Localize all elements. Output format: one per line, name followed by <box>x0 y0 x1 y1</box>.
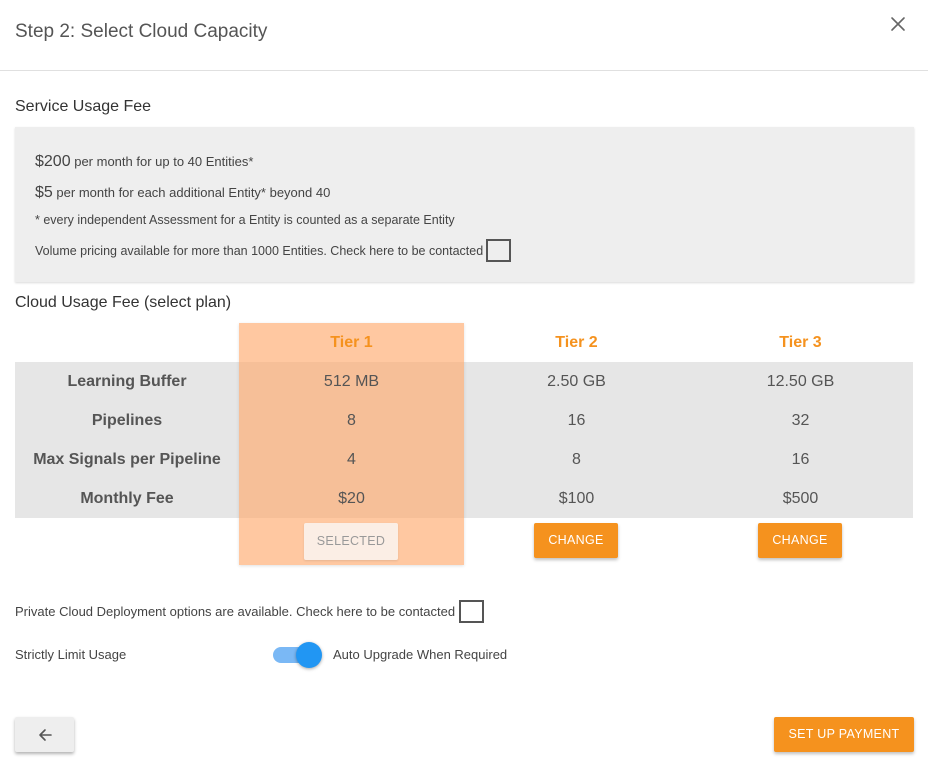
tier-3-max-signals: 16 <box>791 451 810 468</box>
tier-1-learning-buffer: 512 MB <box>323 373 380 390</box>
dialog-header: Step 2: Select Cloud Capacity <box>0 0 928 71</box>
tier-2-pipelines: 16 <box>567 412 586 429</box>
tier-2-max-signals: 8 <box>572 451 581 468</box>
auto-upgrade-label: Auto Upgrade When Required <box>333 647 508 662</box>
base-fee-text: per month for up to 40 Entities* <box>74 154 254 169</box>
tier-2-learning-buffer: 2.50 GB <box>547 373 606 390</box>
tier-3-pipelines: 32 <box>791 412 810 429</box>
service-fee-panel: $200 per month for up to 40 Entities* $5… <box>15 127 914 282</box>
private-cloud-text: Private Cloud Deployment options are ava… <box>15 604 456 619</box>
row-label-monthly-fee: Monthly Fee <box>80 490 174 507</box>
base-fee-price: $200 <box>35 153 71 170</box>
close-button[interactable] <box>884 10 912 38</box>
tier-1-max-signals: 4 <box>347 451 356 468</box>
additional-fee-line: $5 per month for each additional Entity*… <box>35 184 330 202</box>
entity-note: * every independent Assessment for a Ent… <box>35 213 455 227</box>
back-button[interactable] <box>15 717 74 752</box>
cloud-fee-heading: Cloud Usage Fee (select plan) <box>15 294 232 311</box>
close-icon <box>891 17 905 31</box>
set-up-payment-button[interactable]: SET UP PAYMENT <box>774 717 914 752</box>
tier-1-selected-button[interactable]: SELECTED <box>304 523 398 560</box>
volume-contact-checkbox[interactable] <box>486 239 512 262</box>
tier-1-pipelines: 8 <box>347 412 356 429</box>
plan-table: Tier 1 Tier 2 Tier 3 Learning Buffer 512… <box>15 323 913 565</box>
tier-2-header[interactable]: Tier 2 <box>464 334 689 352</box>
tier-3-header[interactable]: Tier 3 <box>688 334 913 352</box>
service-fee-heading: Service Usage Fee <box>15 98 152 115</box>
additional-fee-text: per month for each additional Entity* be… <box>56 185 331 200</box>
volume-pricing-text: Volume pricing available for more than 1… <box>35 243 484 258</box>
tier-3-monthly-fee: $500 <box>782 490 819 507</box>
row-label-learning-buffer: Learning Buffer <box>67 373 187 390</box>
row-label-pipelines: Pipelines <box>91 412 163 429</box>
tier-3-learning-buffer: 12.50 GB <box>766 373 835 390</box>
usage-mode-toggle[interactable] <box>273 642 323 668</box>
private-cloud-line: Private Cloud Deployment options are ava… <box>15 600 485 623</box>
row-label-max-signals: Max Signals per Pipeline <box>33 451 221 468</box>
toggle-knob[interactable] <box>296 642 322 668</box>
private-cloud-checkbox[interactable] <box>459 600 485 623</box>
tier-3-change-button[interactable]: CHANGE <box>758 523 842 558</box>
tier-2-change-button[interactable]: CHANGE <box>534 523 618 558</box>
base-fee-line: $200 per month for up to 40 Entities* <box>35 153 253 171</box>
tier-1-header[interactable]: Tier 1 <box>239 334 464 352</box>
arrow-left-icon <box>38 728 52 741</box>
tier-2-monthly-fee: $100 <box>558 490 595 507</box>
strict-limit-label: Strictly Limit Usage <box>15 647 127 662</box>
volume-pricing-line: Volume pricing available for more than 1… <box>35 239 512 262</box>
additional-fee-price: $5 <box>35 184 53 201</box>
tier-1-monthly-fee: $20 <box>338 490 365 507</box>
dialog-title: Step 2: Select Cloud Capacity <box>15 21 268 42</box>
